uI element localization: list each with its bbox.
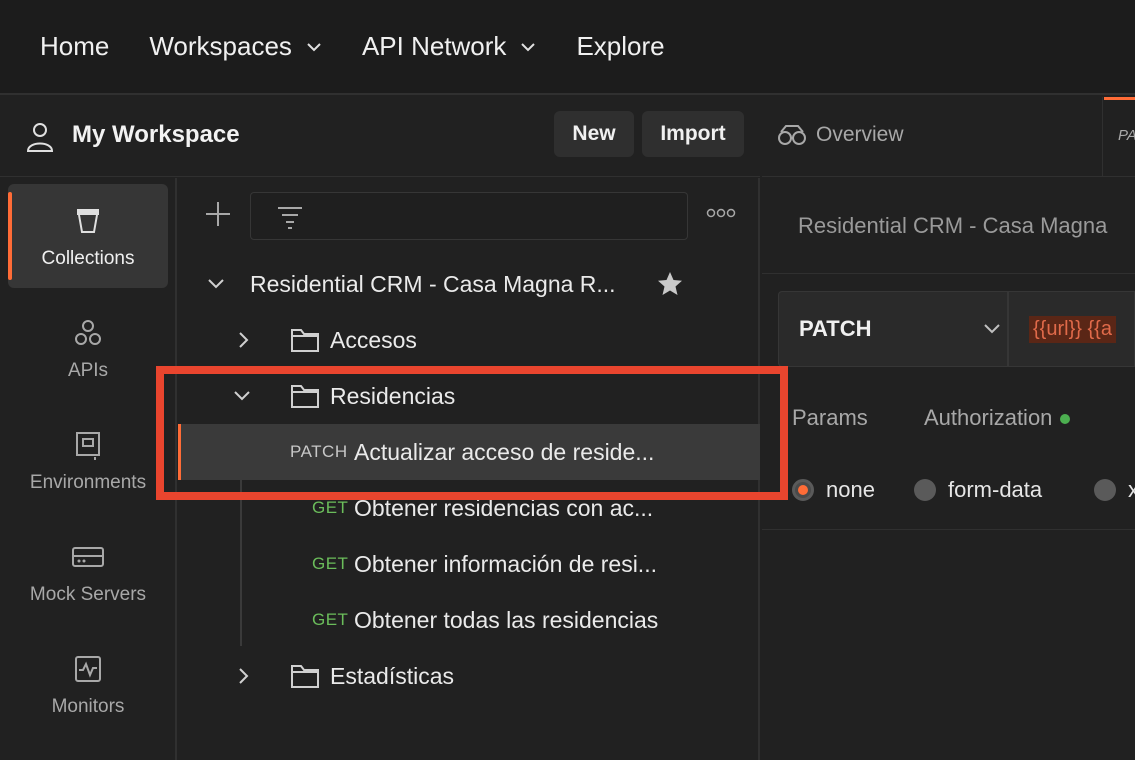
method-select[interactable]: PATCH (778, 291, 1008, 367)
filter-icon (278, 207, 302, 229)
chevron-down-icon (521, 42, 536, 51)
radio-button[interactable] (914, 479, 936, 501)
import-button[interactable]: Import (642, 111, 744, 157)
mock-servers-icon (72, 547, 104, 567)
request-name: Obtener información de resi... (354, 550, 657, 577)
highlight-box (156, 366, 788, 500)
chevron-down-icon (208, 279, 224, 289)
tab-authorization[interactable]: Authorization (924, 405, 1071, 431)
radio-button[interactable] (1094, 479, 1116, 501)
sidebar-item-label: Monitors (51, 696, 125, 717)
sidebar-item-environments[interactable]: Environments (8, 408, 168, 512)
tab-divider (1102, 97, 1103, 177)
status-dot (1060, 414, 1071, 425)
method-badge: GET (312, 554, 349, 573)
folder-icon (291, 329, 319, 352)
url-input[interactable]: {{url}} {{a (1008, 291, 1135, 367)
tab-authorization-label: Authorization (924, 405, 1053, 430)
nav-workspaces-label: Workspaces (149, 31, 292, 61)
tab-request[interactable]: PA (1118, 127, 1135, 144)
sidebar-item-mock-servers[interactable]: Mock Servers (8, 520, 168, 624)
method-select-value: PATCH (799, 316, 872, 341)
tab-overview[interactable]: Overview (776, 123, 904, 147)
chevron-down-icon (984, 324, 1000, 334)
folder-icon (291, 665, 319, 688)
url-variable: {{url}} {{a (1029, 316, 1116, 343)
folder-name: Accesos (330, 326, 417, 353)
chevron-down-icon (307, 42, 321, 51)
sidebar-item-label: Mock Servers (29, 584, 147, 605)
star-icon[interactable] (656, 270, 684, 298)
top-navigation: Home Workspaces API Network Explore (0, 0, 1135, 95)
nav-explore[interactable]: Explore (576, 31, 664, 62)
apis-icon (75, 320, 101, 345)
monitors-icon (75, 656, 101, 682)
radio-x-www-form[interactable]: x (1094, 477, 1135, 503)
overview-icon (778, 125, 806, 145)
workspace-header: My Workspace New Import (0, 97, 760, 177)
divider (762, 273, 1135, 274)
new-button[interactable]: New (554, 111, 634, 157)
plus-icon[interactable] (204, 200, 232, 228)
sidebar-rail: Collections APIs Environments Mock Serve… (0, 178, 177, 760)
sidebar-item-label: Environments (29, 472, 147, 493)
request-name: Obtener todas las residencias (354, 606, 659, 633)
filter-input[interactable] (250, 192, 688, 240)
divider (762, 529, 1135, 530)
active-tab-indicator (1104, 97, 1135, 100)
folder-row[interactable]: Accesos (178, 312, 760, 368)
collection-row[interactable]: Residential CRM - Casa Magna R... (178, 256, 760, 312)
method-badge: GET (312, 610, 349, 629)
radio-form-data[interactable]: form-data (914, 477, 1042, 503)
tab-overview-label: Overview (816, 123, 904, 146)
sidebar-item-label: APIs (67, 360, 109, 381)
folder-row[interactable]: Estadísticas (178, 648, 760, 704)
radio-button[interactable] (792, 479, 814, 501)
sidebar-item-collections[interactable]: Collections (8, 184, 168, 288)
radio-label: form-data (948, 477, 1043, 502)
chevron-right-icon (239, 332, 249, 348)
nav-home[interactable]: Home (40, 31, 109, 62)
request-row[interactable]: GET Obtener información de resi... (178, 536, 760, 592)
nav-api-network[interactable]: API Network (362, 31, 537, 62)
tab-params[interactable]: Params (792, 405, 868, 431)
tab-bar: Overview PA (762, 97, 1135, 177)
environments-icon (76, 432, 100, 460)
radio-none[interactable]: none (792, 477, 875, 503)
radio-label: none (826, 477, 875, 502)
nav-explore-label: Explore (576, 31, 665, 61)
method-badge: GET (312, 498, 349, 517)
nav-api-network-label: API Network (361, 31, 507, 61)
sidebar-item-apis[interactable]: APIs (8, 296, 168, 400)
request-title[interactable]: Residential CRM - Casa Magna (798, 213, 1107, 239)
workspace-title: My Workspace (72, 121, 240, 148)
sidebar-item-monitors[interactable]: Monitors (8, 632, 168, 736)
sidebar-item-label: Collections (41, 248, 135, 269)
collections-icon (77, 209, 99, 233)
radio-label: x (1128, 477, 1135, 502)
request-panel: Overview PA Residential CRM - Casa Magna… (762, 97, 1135, 760)
chevron-right-icon (239, 668, 249, 684)
nav-home-label: Home (40, 31, 110, 61)
more-options-icon[interactable] (706, 208, 736, 218)
collection-name: Residential CRM - Casa Magna R... (250, 270, 616, 297)
user-icon (26, 123, 54, 152)
nav-workspaces[interactable]: Workspaces (149, 31, 322, 62)
folder-name: Estadísticas (330, 662, 454, 689)
request-row[interactable]: GET Obtener todas las residencias (178, 592, 760, 648)
